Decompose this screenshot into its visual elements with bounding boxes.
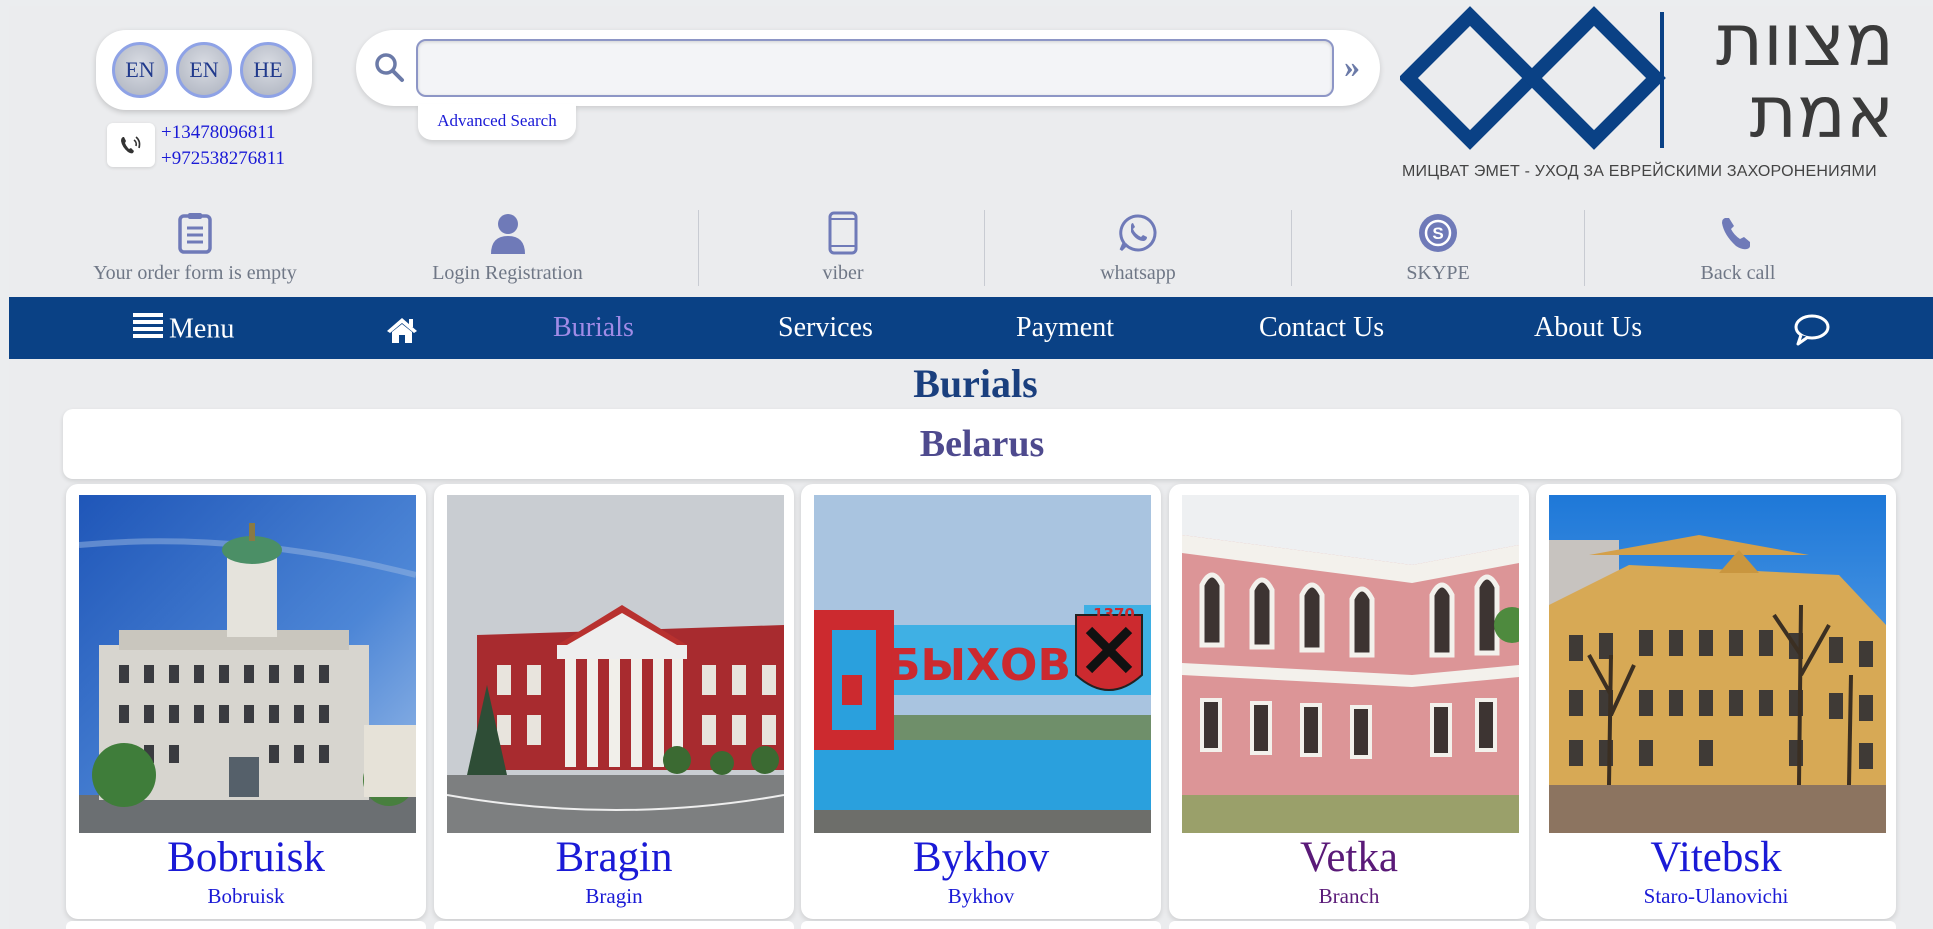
city-card-vetka[interactable]: Vetka Branch [1169,484,1529,919]
next-row-card-edge [434,921,794,929]
lang-en-button-2[interactable]: EN [176,42,232,98]
page-title: Burials [913,361,1038,406]
phone-numbers: +13478096811 +972538276811 [161,120,285,172]
city-card-title[interactable]: Vitebsk [1536,833,1896,882]
city-photo-vitebsk [1549,495,1886,833]
quickbar-divider [1291,210,1292,286]
city-card-subtitle[interactable]: Bykhov [801,884,1161,909]
lang-he-button[interactable]: HE [240,42,296,98]
city-photo-bobruisk [79,495,416,833]
viber-link[interactable]: viber [773,210,913,290]
back-call-label: Back call [1700,262,1776,284]
menu-label: Menu [169,313,235,345]
search-bar: » [356,30,1380,106]
search-icon[interactable] [372,50,406,89]
skype-label: SKYPE [1406,262,1470,284]
skype-icon: S [1368,210,1508,256]
smartphone-icon [773,210,913,256]
nav-payment[interactable]: Payment [1016,297,1114,359]
login-registration-label: Login Registration [432,262,583,284]
advanced-search-link[interactable]: Advanced Search [418,104,576,140]
city-photo-bragin [447,495,784,833]
quickbar-divider [1584,210,1585,286]
next-row-card-edge [66,921,426,929]
phone-ring-icon[interactable] [107,123,155,167]
phone-icon [1668,210,1808,256]
city-card-title[interactable]: Bykhov [801,833,1161,882]
logo-hebrew-text: מצוות אמת [1715,0,1894,154]
search-submit-icon[interactable]: » [1344,48,1360,85]
back-call-link[interactable]: Back call [1668,210,1808,290]
country-heading: Belarus [63,409,1901,479]
clipboard-icon [70,210,320,256]
city-card-subtitle[interactable]: Bobruisk [66,884,426,909]
next-row-card-edge [1536,921,1896,929]
viber-label: viber [822,262,864,284]
next-row-card-edge [1169,921,1529,929]
hamburger-icon [133,299,163,361]
nav-about-us[interactable]: About Us [1534,297,1642,359]
svg-text:S: S [1432,224,1443,243]
phone-number-il[interactable]: +972538276811 [161,146,285,172]
home-icon[interactable] [386,297,418,359]
whatsapp-label: whatsapp [1100,262,1176,284]
chat-bubble-icon[interactable] [1794,297,1830,359]
whatsapp-link[interactable]: whatsapp [1068,210,1208,290]
city-card-bragin[interactable]: Bragin Bragin [434,484,794,919]
city-photo-bykhov: БЫХОВ 1370 [814,495,1151,833]
phone-number-us[interactable]: +13478096811 [161,120,285,146]
login-registration-link[interactable]: Login Registration [400,210,615,290]
city-card-subtitle[interactable]: Branch [1169,884,1529,909]
nav-services[interactable]: Services [778,297,873,359]
whatsapp-icon [1068,210,1208,256]
city-card-vitebsk[interactable]: Vitebsk Staro-Ulanovichi [1536,484,1896,919]
city-card-bobruisk[interactable]: Bobruisk Bobruisk [66,484,426,919]
city-photo-vetka [1182,495,1519,833]
order-form-link[interactable]: Your order form is empty [70,210,320,290]
svg-text:БЫХОВ: БЫХОВ [887,640,1071,691]
skype-link[interactable]: S SKYPE [1368,210,1508,290]
city-card-title[interactable]: Vetka [1169,833,1529,882]
search-input[interactable] [416,39,1334,97]
quickbar-divider [698,210,699,286]
nav-contact-us[interactable]: Contact Us [1259,297,1384,359]
order-form-label: Your order form is empty [93,262,297,284]
city-card-subtitle[interactable]: Bragin [434,884,794,909]
city-card-subtitle[interactable]: Staro-Ulanovichi [1536,884,1896,909]
svg-text:1370: 1370 [1093,605,1135,623]
lang-en-button[interactable]: EN [112,42,168,98]
main-nav: Menu Burials Services Payment Contact Us… [9,297,1933,359]
language-switcher: EN EN HE [96,30,312,110]
menu-button[interactable]: Menu [133,297,234,359]
logo-subtitle: МИЦВАТ ЭМЕТ - УХОД ЗА ЕВРЕЙСКИМИ ЗАХОРОН… [1402,163,1877,180]
user-icon [400,210,615,256]
city-card-bykhov[interactable]: БЫХОВ 1370 Bykhov Bykhov [801,484,1161,919]
quickbar-divider [984,210,985,286]
next-row-card-edge [801,921,1161,929]
nav-burials[interactable]: Burials [553,297,634,359]
city-card-title[interactable]: Bragin [434,833,794,882]
city-card-title[interactable]: Bobruisk [66,833,426,882]
